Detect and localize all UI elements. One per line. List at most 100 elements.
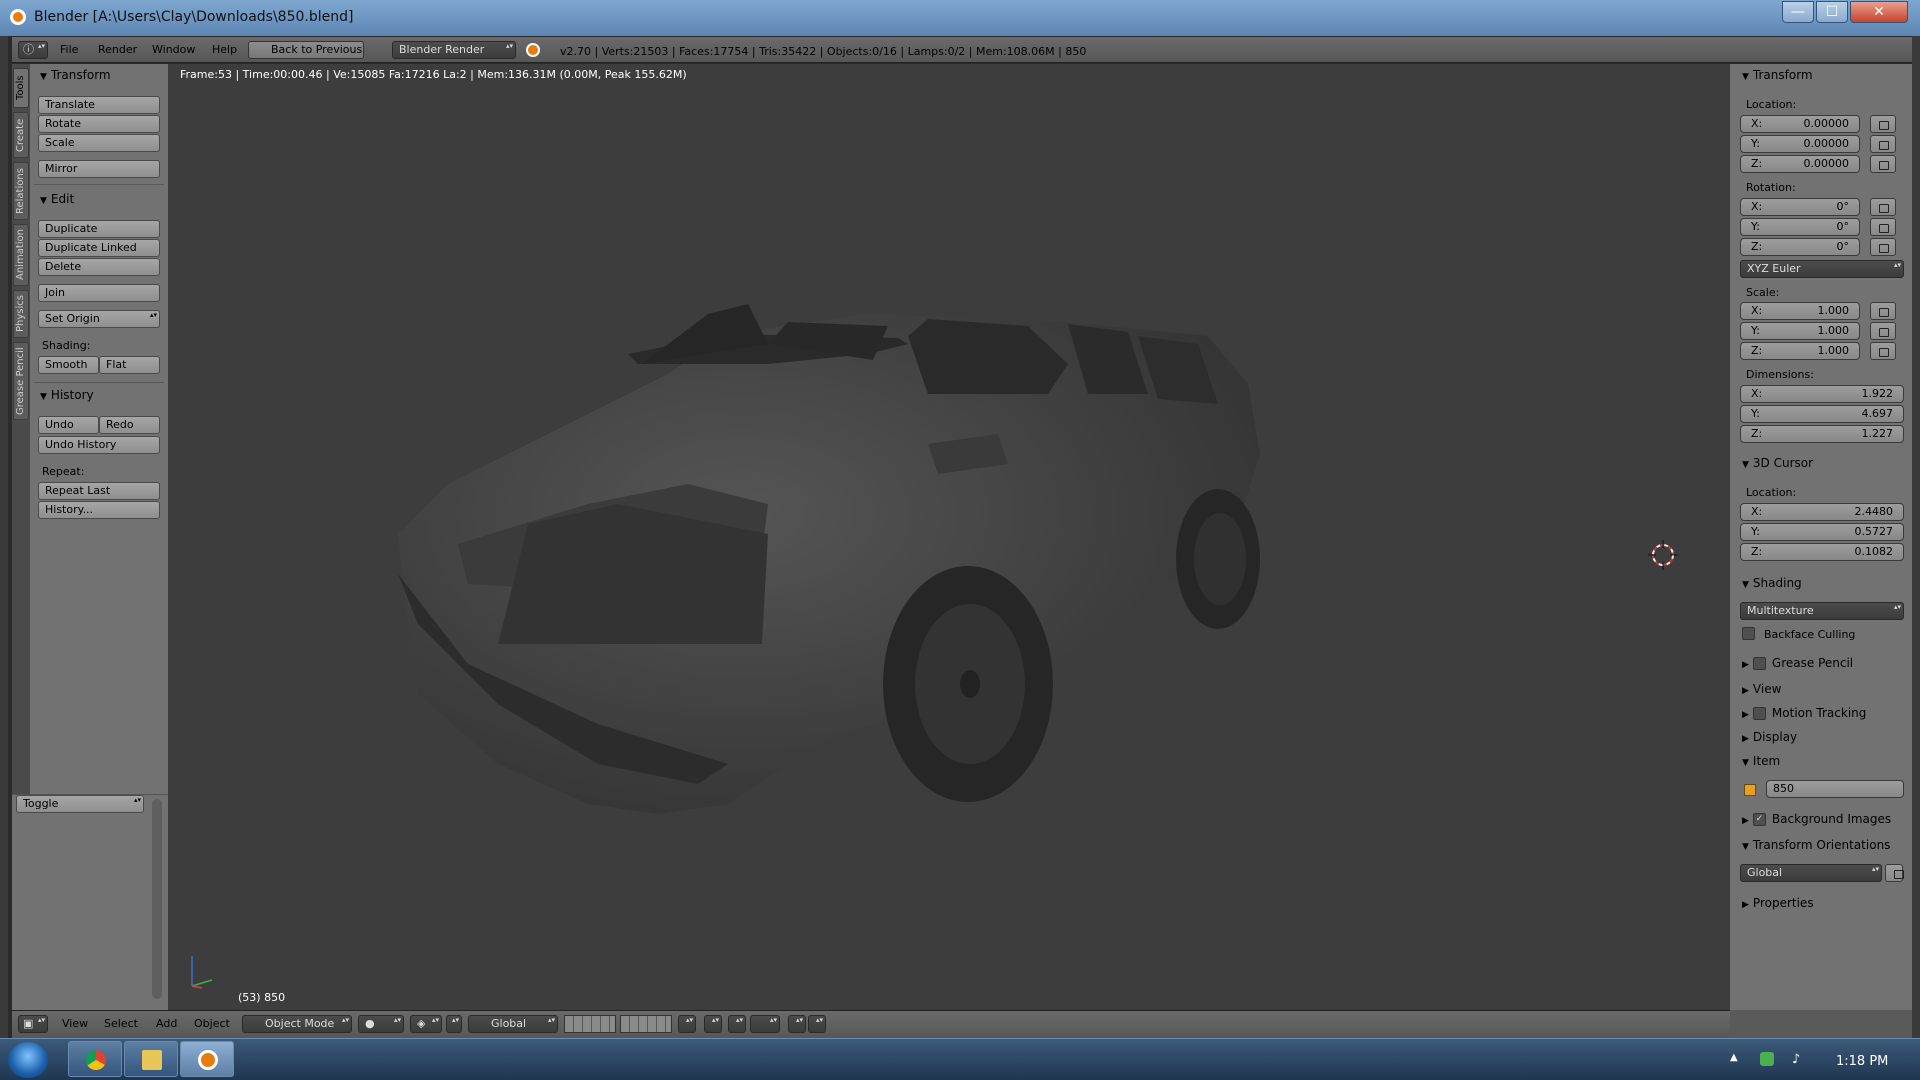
- backface-culling-checkbox[interactable]: [1742, 627, 1755, 640]
- object-name-field[interactable]: 850: [1766, 780, 1904, 798]
- view-header[interactable]: View: [1742, 682, 1781, 696]
- background-images-header[interactable]: ✓ Background Images: [1742, 812, 1891, 826]
- chrome-taskbar-icon[interactable]: [68, 1041, 122, 1077]
- flat-button[interactable]: Flat: [99, 356, 160, 374]
- menu-file[interactable]: File: [60, 41, 78, 59]
- location-x-field[interactable]: X: 0.00000: [1740, 115, 1860, 133]
- start-button[interactable]: [8, 1042, 48, 1078]
- close-button[interactable]: ✕: [1850, 1, 1908, 23]
- shading-mode-select[interactable]: Multitexture: [1740, 602, 1904, 620]
- render-engine-select[interactable]: Blender Render: [392, 41, 516, 59]
- location-x-lock-icon[interactable]: [1870, 115, 1896, 133]
- orientation-select[interactable]: Global: [1740, 864, 1882, 882]
- grease-pencil-checkbox[interactable]: [1752, 657, 1766, 670]
- tab-physics[interactable]: Physics: [13, 290, 29, 338]
- editor-type-3d-icon[interactable]: ▣: [18, 1015, 48, 1033]
- set-origin-select[interactable]: Set Origin: [38, 310, 160, 328]
- scale-z-field[interactable]: Z: 1.000: [1740, 342, 1860, 360]
- rotation-z-field[interactable]: Z: 0°: [1740, 238, 1860, 256]
- menu-help[interactable]: Help: [212, 41, 237, 59]
- tab-grease-pencil[interactable]: Grease Pencil: [13, 342, 29, 420]
- back-to-previous-button[interactable]: Back to Previous: [248, 41, 364, 59]
- manipulator-toggle[interactable]: [446, 1015, 462, 1033]
- dimension-z-field[interactable]: Z: 1.227: [1740, 425, 1904, 443]
- operator-scrollbar[interactable]: [152, 799, 162, 999]
- scale-z-lock-icon[interactable]: [1870, 342, 1896, 360]
- editor-type-info-icon[interactable]: ⓘ: [18, 41, 48, 59]
- menu-object[interactable]: Object: [194, 1015, 230, 1033]
- proportional-edit-icon[interactable]: [704, 1015, 722, 1033]
- transform-panel-header[interactable]: Transform: [40, 68, 111, 82]
- menu-render[interactable]: Render: [98, 41, 137, 59]
- scale-y-field[interactable]: Y: 1.000: [1740, 322, 1860, 340]
- menu-window[interactable]: Window: [152, 41, 195, 59]
- history-button[interactable]: History...: [38, 501, 160, 519]
- redo-button[interactable]: Redo: [99, 416, 160, 434]
- motion-tracking-header[interactable]: Motion Tracking: [1742, 706, 1866, 720]
- cursor-x-field[interactable]: X: 2.4480: [1740, 503, 1904, 521]
- translate-button[interactable]: Translate: [38, 96, 160, 114]
- volume-icon[interactable]: ♪: [1792, 1052, 1806, 1067]
- dimension-y-field[interactable]: Y: 4.697: [1740, 405, 1904, 423]
- scale-button[interactable]: Scale: [38, 134, 160, 152]
- duplicate-linked-button[interactable]: Duplicate Linked: [38, 239, 160, 257]
- join-button[interactable]: Join: [38, 284, 160, 302]
- menu-select[interactable]: Select: [104, 1015, 138, 1033]
- properties-header[interactable]: Properties: [1742, 896, 1814, 910]
- location-z-field[interactable]: Z: 0.00000: [1740, 155, 1860, 173]
- scale-x-field[interactable]: X: 1.000: [1740, 302, 1860, 320]
- rotation-x-lock-icon[interactable]: [1870, 198, 1896, 216]
- rotation-y-field[interactable]: Y: 0°: [1740, 218, 1860, 236]
- tab-animation[interactable]: Animation: [13, 224, 29, 286]
- maximize-button[interactable]: ☐: [1816, 1, 1848, 23]
- dimension-x-field[interactable]: X: 1.922: [1740, 385, 1904, 403]
- undo-button[interactable]: Undo: [38, 416, 99, 434]
- rotate-button[interactable]: Rotate: [38, 115, 160, 133]
- smooth-button[interactable]: Smooth: [38, 356, 99, 374]
- history-panel-header[interactable]: History: [40, 388, 94, 402]
- location-y-lock-icon[interactable]: [1870, 135, 1896, 153]
- explorer-taskbar-icon[interactable]: [124, 1041, 178, 1077]
- minimize-button[interactable]: —: [1782, 1, 1814, 23]
- add-orientation-icon[interactable]: [1885, 864, 1904, 882]
- tab-relations[interactable]: Relations: [13, 162, 29, 220]
- motion-tracking-checkbox[interactable]: [1752, 707, 1766, 720]
- rotation-z-lock-icon[interactable]: [1870, 238, 1896, 256]
- item-header[interactable]: Item: [1742, 754, 1780, 768]
- edit-panel-header[interactable]: Edit: [40, 192, 74, 206]
- taskbar-clock[interactable]: 1:18 PM: [1836, 1054, 1888, 1069]
- scale-y-lock-icon[interactable]: [1870, 322, 1896, 340]
- shading-header[interactable]: Shading: [1742, 576, 1802, 590]
- mirror-button[interactable]: Mirror: [38, 160, 160, 178]
- 3d-viewport[interactable]: [168, 64, 1730, 1010]
- lock-layers-icon[interactable]: [678, 1015, 696, 1033]
- snap-icon[interactable]: [728, 1015, 746, 1033]
- blender-taskbar-icon[interactable]: [180, 1041, 234, 1077]
- rotation-x-field[interactable]: X: 0°: [1740, 198, 1860, 216]
- transform-orientations-header[interactable]: Transform Orientations: [1742, 838, 1891, 852]
- tab-tools[interactable]: Tools: [13, 68, 29, 108]
- grease-pencil-header[interactable]: Grease Pencil: [1742, 656, 1853, 670]
- toggle-select[interactable]: Toggle: [16, 795, 144, 813]
- snap-element-select[interactable]: [750, 1015, 780, 1033]
- tray-app-icon[interactable]: [1760, 1052, 1774, 1066]
- rotation-mode-select[interactable]: XYZ Euler: [1740, 260, 1904, 278]
- scale-x-lock-icon[interactable]: [1870, 302, 1896, 320]
- mode-select[interactable]: Object Mode: [242, 1015, 352, 1033]
- render-animation-icon[interactable]: [808, 1015, 826, 1033]
- 3d-cursor-icon[interactable]: [1648, 540, 1678, 570]
- menu-add[interactable]: Add: [156, 1015, 177, 1033]
- 3d-cursor-header[interactable]: 3D Cursor: [1742, 456, 1813, 470]
- transform-orientation-select[interactable]: Global: [468, 1015, 558, 1033]
- layers-grid-b[interactable]: [620, 1015, 672, 1033]
- car-model[interactable]: [168, 64, 1730, 1010]
- render-icon[interactable]: [788, 1015, 806, 1033]
- location-y-field[interactable]: Y: 0.00000: [1740, 135, 1860, 153]
- tray-expand-icon[interactable]: ▲: [1730, 1052, 1744, 1066]
- layers-grid-a[interactable]: [564, 1015, 616, 1033]
- delete-button[interactable]: Delete: [38, 258, 160, 276]
- duplicate-button[interactable]: Duplicate: [38, 220, 160, 238]
- repeat-last-button[interactable]: Repeat Last: [38, 482, 160, 500]
- cursor-z-field[interactable]: Z: 0.1082: [1740, 543, 1904, 561]
- display-header[interactable]: Display: [1742, 730, 1797, 744]
